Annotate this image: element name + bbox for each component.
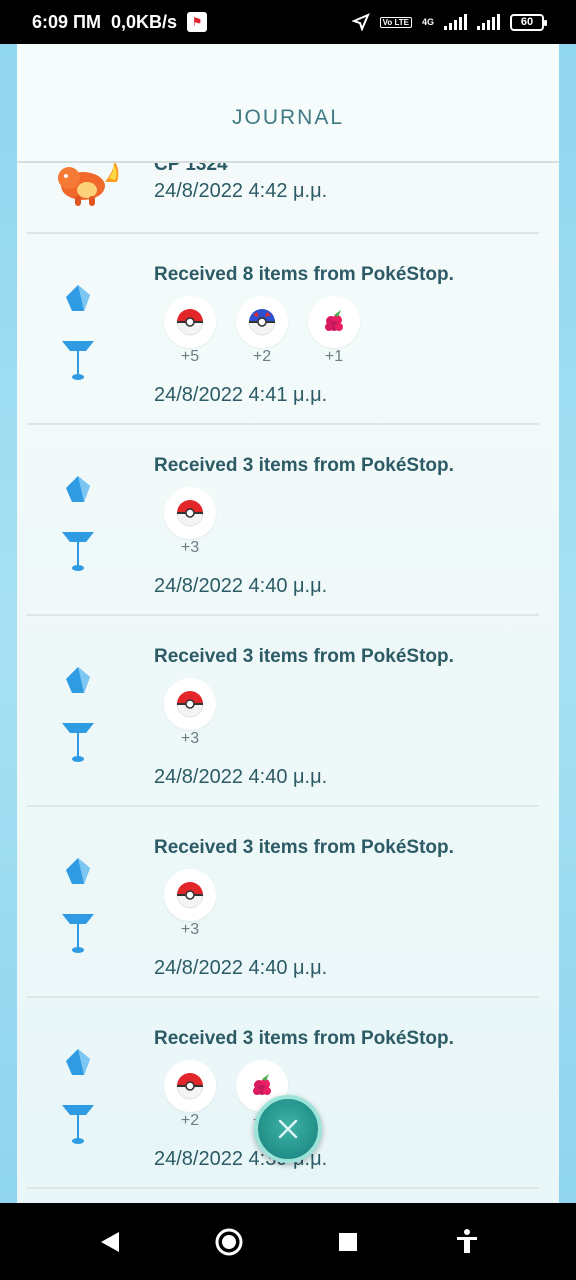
- entry-title: Received 3 items from PokéStop.: [154, 1028, 454, 1049]
- item: +3: [164, 487, 216, 557]
- net-speed: 0,0KB/s: [110, 11, 178, 32]
- item: +1: [308, 296, 360, 366]
- entry-title: Received 3 items from PokéStop.: [154, 837, 454, 858]
- recents-button[interactable]: [328, 1222, 368, 1262]
- network-type: 4G: [421, 17, 434, 27]
- page-title: JOURNAL: [231, 105, 345, 129]
- journal-entry[interactable]: Received 3 items from PokéStop. +3 24/8/…: [27, 425, 539, 616]
- item-count: +3: [180, 730, 200, 747]
- recents-icon: [338, 1232, 357, 1251]
- status-bar: 6:09 ПМ 0,0KB/s ⚑ Vo LTE 4G 60: [0, 0, 576, 44]
- journal-entry[interactable]: Received 3 items from PokéStop. +3 24/8/…: [27, 616, 539, 807]
- poke-ball-icon: [176, 1073, 204, 1100]
- item-count: +1: [324, 348, 344, 365]
- pokestop-icon: [62, 1049, 94, 1144]
- journal-header: JOURNAL: [17, 44, 559, 163]
- poke-ball-icon: [176, 882, 204, 909]
- battery-level: 60: [520, 16, 534, 28]
- entry-title: Received 3 items from PokéStop.: [154, 646, 454, 667]
- journal-entry[interactable]: Received 8 items from PokéStop. +5 +2 +1…: [27, 234, 539, 425]
- entry-title: Received 3 items from PokéStop.: [154, 455, 454, 476]
- home-button[interactable]: [209, 1222, 249, 1262]
- razz-berry-icon: [253, 1074, 271, 1095]
- entry-title: Received 8 items from PokéStop.: [154, 264, 454, 285]
- pokestop-icon: [62, 667, 94, 762]
- accessibility-button[interactable]: [447, 1222, 487, 1262]
- back-button[interactable]: [90, 1222, 130, 1262]
- entry-date: 24/8/2022 4:40 μ.μ.: [154, 766, 328, 788]
- item: +5: [164, 296, 216, 366]
- battery-icon: 60: [510, 13, 547, 31]
- items-row: +3: [164, 869, 216, 939]
- notification-icon: ⚑: [187, 12, 208, 32]
- item: +3: [164, 678, 216, 748]
- items-row: +5 +2 +1: [164, 296, 360, 366]
- back-icon: [100, 1231, 119, 1252]
- item-count: +3: [180, 539, 200, 556]
- pokestop-icon: [62, 858, 94, 953]
- entry-date: 24/8/2022 4:40 μ.μ.: [154, 575, 328, 597]
- poke-ball-icon: [176, 500, 204, 527]
- journal-panel[interactable]: JOURNAL CP 1324 24/8/2022 4:42 μ.μ. Rece…: [17, 44, 559, 1203]
- journal-entry[interactable]: Received 3 items from PokéStop. +3 24/8/…: [27, 807, 539, 998]
- entry-date: 24/8/2022 4:42 μ.μ.: [154, 180, 328, 202]
- accessibility-icon: [456, 1228, 477, 1253]
- entry-date: 24/8/2022 4:40 μ.μ.: [154, 957, 328, 979]
- close-button[interactable]: [254, 1095, 322, 1163]
- item-count: +2: [180, 1112, 200, 1129]
- signal-icon-2: [477, 14, 500, 30]
- volte-icon: Vo LTE: [379, 16, 412, 28]
- item: +3: [164, 869, 216, 939]
- charmeleon-icon: [58, 160, 119, 206]
- item-count: +5: [180, 348, 200, 365]
- home-icon: [215, 1228, 242, 1255]
- items-row: +3: [164, 487, 216, 557]
- location-icon: [351, 13, 370, 31]
- item: +2: [236, 296, 288, 366]
- razz-berry-icon: [325, 310, 343, 331]
- entry-date: 24/8/2022 4:41 μ.μ.: [154, 384, 328, 406]
- navigation-bar: [0, 1203, 576, 1280]
- poke-ball-icon: [176, 691, 204, 718]
- item-count: +2: [252, 348, 272, 365]
- status-time: 6:09 ПМ: [32, 11, 101, 32]
- pokestop-icon: [62, 476, 94, 571]
- item-count: +3: [180, 921, 200, 938]
- close-icon: [278, 1119, 298, 1139]
- great-ball-icon: [248, 309, 276, 336]
- items-row: +3: [164, 678, 216, 748]
- poke-ball-icon: [176, 309, 204, 336]
- item: +2: [164, 1060, 216, 1130]
- signal-icon: [444, 14, 467, 30]
- pokestop-icon: [62, 285, 94, 380]
